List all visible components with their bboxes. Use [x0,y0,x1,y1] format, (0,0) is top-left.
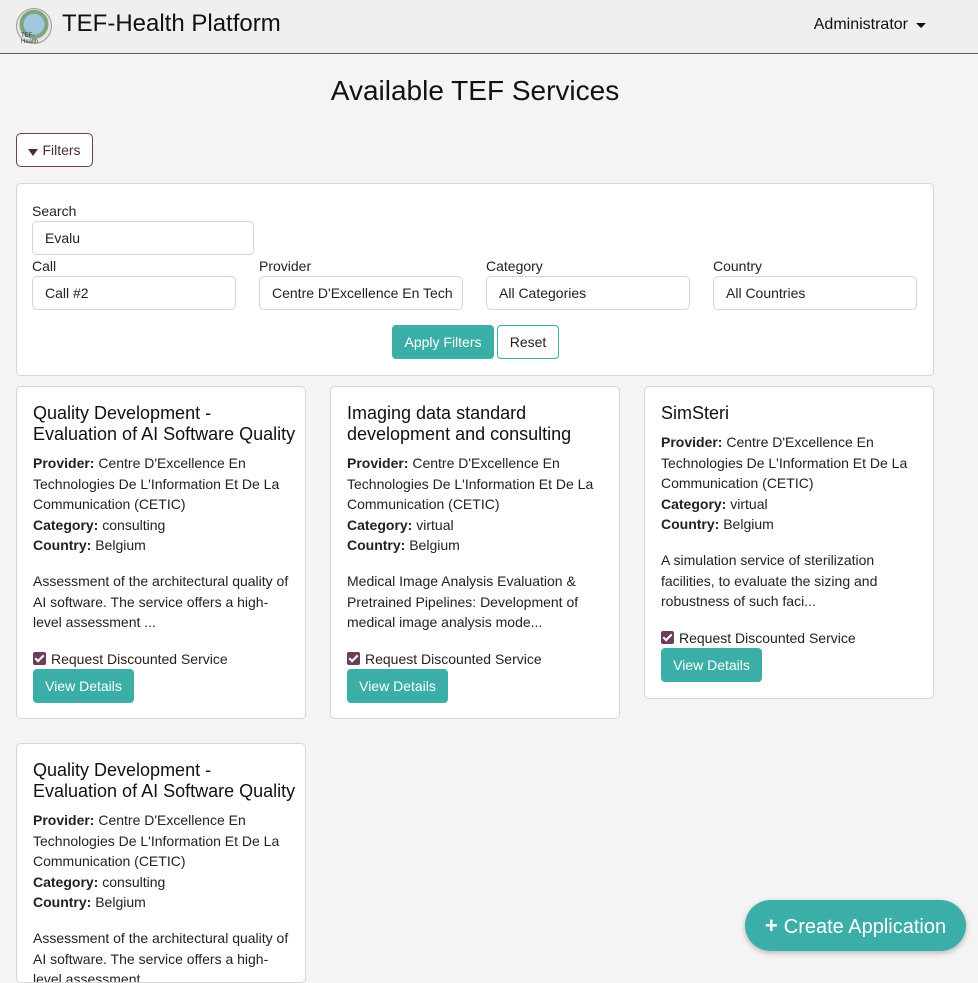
create-application-label: Create Application [783,916,947,938]
category-key: Category: [347,517,413,533]
category-key: Category: [33,517,99,533]
country-value: Belgium [723,516,774,532]
user-menu[interactable]: Administrator [814,16,908,34]
category-value: consulting [102,517,166,533]
logo-text: TEF-Health [21,33,39,45]
category-key: Category: [661,496,727,512]
view-details-button[interactable]: View Details [33,669,134,703]
provider-label: Provider [259,258,312,274]
request-discount-checkbox[interactable]: Request Discounted Service [33,651,228,667]
top-navbar: TEF-Health TEF-Health Platform Administr… [0,0,978,54]
card-provider: Provider: Centre D'Excellence En Technol… [33,453,295,515]
provider-key: Provider: [661,434,723,450]
card-category: Category: consulting [33,872,295,893]
create-application-button[interactable]: + Create Application [745,900,966,951]
card-description: A simulation service of sterilization fa… [661,552,878,610]
card-description: Assessment of the architectural quality … [33,573,289,631]
card-provider: Provider: Centre D'Excellence En Technol… [33,810,295,872]
request-discount-checkbox[interactable]: Request Discounted Service [661,630,856,646]
card-title: Imaging data standard development and co… [347,403,572,444]
card-category: Category: consulting [33,515,295,536]
filters-toggle-label: Filters [42,142,81,158]
service-card: Imaging data standard development and co… [330,386,620,719]
category-label: Category [486,258,543,274]
service-card: Quality Development - Evaluation of AI S… [16,386,306,719]
filters-toggle-button[interactable]: Filters [16,133,93,167]
service-card: SimSteri Provider: Centre D'Excellence E… [644,386,934,699]
call-label: Call [32,258,57,274]
category-select[interactable]: All Categories [486,276,690,310]
request-discount-label: Request Discounted Service [51,651,228,667]
card-description: Medical Image Analysis Evaluation & Pret… [347,573,579,631]
card-country: Country: Belgium [347,535,609,556]
category-key: Category: [33,874,99,890]
category-value: virtual [730,496,768,512]
card-title: Quality Development - Evaluation of AI S… [33,760,296,801]
card-category: Category: virtual [661,494,923,515]
filter-panel: Search Evalu Call Call #2 Provider Centr… [16,183,934,376]
search-label: Search [32,203,77,219]
checkbox-checked-icon[interactable] [347,652,360,665]
card-category: Category: virtual [347,515,609,536]
provider-select[interactable]: Centre D'Excellence En Tech [259,276,463,310]
country-value: Belgium [95,537,146,553]
service-card: Quality Development - Evaluation of AI S… [16,743,306,983]
country-key: Country: [661,516,720,532]
brand-title[interactable]: TEF-Health Platform [62,10,281,38]
country-select[interactable]: All Countries [713,276,917,310]
request-discount-checkbox[interactable]: Request Discounted Service [347,651,542,667]
category-value: consulting [102,874,166,890]
card-country: Country: Belgium [33,892,295,913]
reset-button[interactable]: Reset [497,325,559,359]
card-provider: Provider: Centre D'Excellence En Technol… [347,453,609,515]
checkbox-checked-icon[interactable] [33,652,46,665]
request-discount-label: Request Discounted Service [679,630,856,646]
search-input[interactable]: Evalu [32,221,254,255]
card-title: Quality Development - Evaluation of AI S… [33,403,296,444]
view-details-button[interactable]: View Details [661,648,762,682]
provider-key: Provider: [33,812,95,828]
plus-icon: + [764,913,778,938]
call-select[interactable]: Call #2 [32,276,236,310]
provider-key: Provider: [33,455,95,471]
logo-icon[interactable]: TEF-Health [16,8,52,45]
card-provider: Provider: Centre D'Excellence En Technol… [661,432,923,494]
provider-key: Provider: [347,455,409,471]
page-title: Available TEF Services [330,75,620,106]
apply-filters-button[interactable]: Apply Filters [392,325,494,359]
chevron-down-icon[interactable] [916,23,926,28]
request-discount-label: Request Discounted Service [365,651,542,667]
view-details-button[interactable]: View Details [347,669,448,703]
country-value: Belgium [409,537,460,553]
card-title: SimSteri [661,403,730,423]
country-value: Belgium [95,894,146,910]
country-key: Country: [347,537,406,553]
card-description: Assessment of the architectural quality … [33,930,289,983]
country-label: Country [713,258,763,274]
user-menu-label: Administrator [813,16,908,33]
country-key: Country: [33,894,92,910]
filter-icon [28,149,39,156]
card-country: Country: Belgium [33,535,295,556]
category-value: virtual [416,517,454,533]
card-country: Country: Belgium [661,514,923,535]
checkbox-checked-icon[interactable] [661,631,674,644]
country-key: Country: [33,537,92,553]
